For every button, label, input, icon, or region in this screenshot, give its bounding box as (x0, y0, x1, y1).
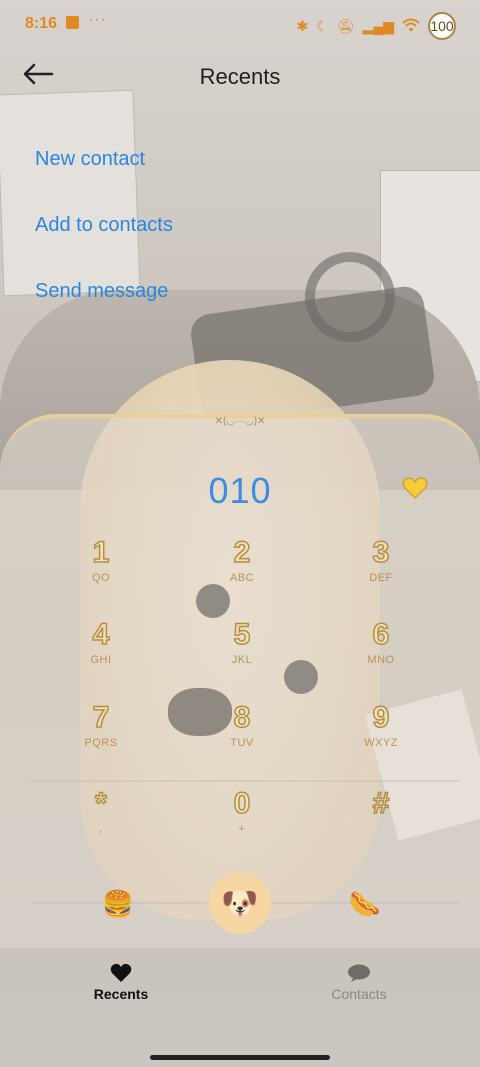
tab-recents[interactable]: Recents (61, 960, 181, 1002)
key-digit: 1 (92, 535, 110, 570)
add-to-contacts-link[interactable]: Add to contacts (35, 214, 173, 237)
dog-face-icon: 🐶 (221, 886, 259, 920)
dial-key-2[interactable]: 2 ABC (202, 535, 282, 584)
key-digit: 2 (233, 535, 251, 570)
app-header: Recents (0, 50, 480, 106)
dial-key-4[interactable]: 4 GHI (61, 617, 141, 666)
send-message-link[interactable]: Send message (35, 280, 168, 303)
status-bar: 8:16 ··· ✱ ☾ 🔕︎ ▂▄▆ 100 (0, 0, 480, 48)
dial-key-9[interactable]: 9 WXYZ (341, 700, 421, 749)
bluetooth-icon: ✱ (296, 17, 309, 34)
dialpad-panel: ✕(◡···◡)✕ 010 (0, 414, 480, 948)
key-letters: + (238, 823, 246, 835)
key-digit: 7 (92, 700, 110, 735)
key-digit: 4 (92, 617, 110, 652)
status-time: 8:16 (25, 15, 58, 32)
battery-icon: 100 (428, 12, 456, 40)
tab-recents-label: Recents (93, 986, 149, 1002)
dial-key-1[interactable]: 1 QO (61, 535, 141, 584)
panel-handle[interactable]: ✕(◡···◡)✕ (196, 416, 284, 432)
key-letters: PQRS (84, 737, 118, 749)
key-digit: # (372, 786, 390, 821)
chat-bubble-icon (299, 960, 419, 986)
dial-key-hash[interactable]: # (341, 786, 421, 823)
key-digit: * (94, 786, 107, 821)
dial-key-star[interactable]: * , (61, 786, 141, 835)
wifi-icon (402, 18, 420, 35)
key-letters: GHI (90, 654, 112, 666)
key-letters: JKL (231, 654, 253, 666)
key-digit: 8 (233, 700, 251, 735)
page-title: Recents (199, 64, 281, 89)
heart-icon[interactable] (402, 476, 428, 500)
home-indicator[interactable] (150, 1055, 330, 1060)
mute-bell-icon: 🔕︎ (336, 17, 355, 34)
key-letters: , (99, 823, 103, 835)
hamburger-icon[interactable]: 🍔 (96, 882, 140, 926)
signal-icon: ▂▄▆ (362, 17, 394, 34)
tab-contacts-label: Contacts (331, 986, 387, 1002)
dial-key-0[interactable]: 0 + (202, 786, 282, 835)
notification-icon (66, 16, 79, 29)
dial-key-6[interactable]: 6 MNO (341, 617, 421, 666)
key-letters: WXYZ (364, 737, 398, 749)
wallpaper-poster (0, 89, 141, 297)
key-letters: TUV (230, 737, 254, 749)
key-digit: 9 (372, 700, 390, 735)
heart-icon (61, 960, 181, 986)
moon-icon: ☾ (316, 17, 329, 34)
key-digit: 5 (233, 617, 251, 652)
dial-key-3[interactable]: 3 DEF (341, 535, 421, 584)
bottom-nav: Recents Contacts (0, 950, 480, 1030)
more-notifications-icon: ··· (88, 11, 107, 28)
wallpaper-ring (305, 252, 395, 342)
key-letters: ABC (229, 572, 255, 584)
dial-key-7[interactable]: 7 PQRS (61, 700, 141, 749)
key-letters: QO (91, 572, 111, 584)
hotdog-icon[interactable]: 🌭 (343, 882, 387, 926)
tab-contacts[interactable]: Contacts (299, 960, 419, 1002)
dial-key-8[interactable]: 8 TUV (202, 700, 282, 749)
key-digit: 6 (372, 617, 390, 652)
key-letters: MNO (367, 654, 395, 666)
new-contact-link[interactable]: New contact (35, 148, 145, 171)
dial-key-5[interactable]: 5 JKL (202, 617, 282, 666)
call-button[interactable]: 🐶 (209, 872, 271, 934)
key-digit: 3 (372, 535, 390, 570)
key-letters: DEF (369, 572, 393, 584)
key-digit: 0 (233, 786, 251, 821)
